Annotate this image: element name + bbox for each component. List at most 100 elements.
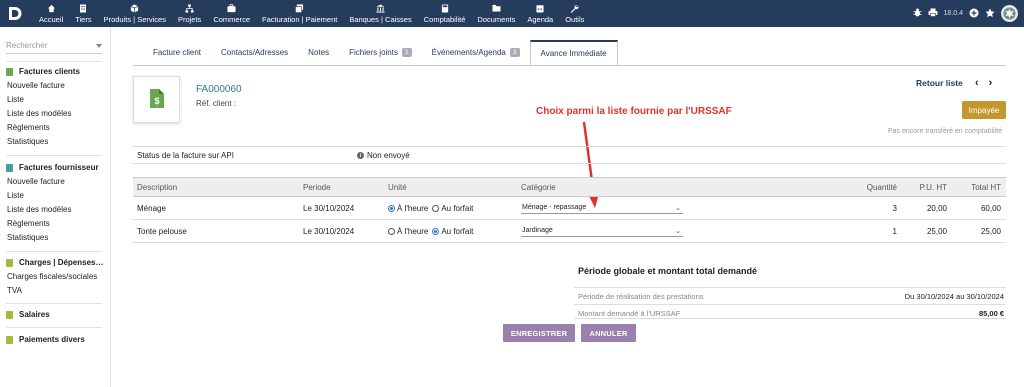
column-header-description: Description: [137, 182, 178, 192]
section-title-text: Salaires: [19, 310, 50, 319]
money-icon: [6, 310, 13, 319]
next-chevron-icon[interactable]: ›: [989, 77, 993, 89]
sidebar-section-paiements-divers: Paiements divers: [0, 333, 111, 346]
column-header-unit: Unité: [388, 182, 407, 192]
sidebar-section-title[interactable]: Factures fournisseur: [0, 161, 111, 174]
radio-a-l-heure[interactable]: [388, 227, 395, 235]
sidebar-item-tva[interactable]: TVA: [0, 283, 111, 297]
annotation-text: Choix parmi la liste fournie par l'URSSA…: [536, 106, 732, 117]
sidebar-item-liste[interactable]: Liste: [0, 188, 111, 202]
calendar-icon: [536, 3, 544, 13]
tab-contacts-adresses[interactable]: Contacts/Adresses: [211, 40, 298, 65]
tab-facture-client[interactable]: Facture client: [143, 40, 211, 65]
calculator-icon: [441, 3, 449, 13]
left-sidebar: Rechercher Factures clients Nouvelle fac…: [0, 27, 111, 387]
sidebar-item-charges-fiscales[interactable]: Charges fiscales/sociales: [0, 269, 111, 283]
back-to-list-link[interactable]: Retour liste: [916, 78, 963, 88]
bug-icon[interactable]: [912, 8, 922, 19]
menu-tiers[interactable]: Tiers: [69, 0, 97, 27]
menu-agenda[interactable]: Agenda: [521, 0, 559, 27]
line-description: Tonte pelouse: [137, 226, 187, 236]
sidebar-item-liste[interactable]: Liste: [0, 92, 111, 106]
summary-amount-label: Montant demandé à l'URSSAF: [578, 309, 681, 318]
sidebar-item-reglements[interactable]: Règlements: [0, 120, 111, 134]
summary-period-row: Période de réalisation des prestations D…: [574, 287, 1006, 302]
summary-period-label: Période de réalisation des prestations: [578, 292, 704, 301]
sidebar-section-title[interactable]: Salaires: [0, 308, 111, 321]
category-select[interactable]: Jardinage ⌄: [521, 225, 683, 237]
tab-avance-immediate[interactable]: Avance Immédiate: [529, 40, 618, 65]
line-period: Le 30/10/2024: [303, 203, 355, 213]
briefcase-icon: [227, 3, 236, 13]
sidebar-item-statistiques[interactable]: Statistiques: [0, 134, 111, 148]
sidebar-item-nouvelle-facture[interactable]: Nouvelle facture: [0, 174, 111, 188]
sidebar-section-title[interactable]: Factures clients: [0, 65, 111, 78]
printer-icon[interactable]: [928, 8, 938, 19]
unit-radio-group: À l'heure Au forfait: [388, 220, 477, 242]
dolibarr-logo[interactable]: [6, 4, 24, 23]
radio-au-forfait[interactable]: [432, 227, 440, 235]
save-button[interactable]: ENREGISTRER: [503, 324, 575, 342]
home-icon: [47, 3, 56, 13]
menu-banques-caisses[interactable]: Banques | Caisses: [343, 0, 417, 27]
menu-projets[interactable]: Projets: [172, 0, 207, 27]
radio-a-l-heure[interactable]: [388, 204, 395, 212]
menu-label: Accueil: [39, 15, 64, 24]
sidebar-item-statistiques[interactable]: Statistiques: [0, 230, 111, 244]
radio-au-forfait[interactable]: [432, 204, 440, 212]
radio-label: Au forfait: [441, 226, 474, 236]
info-icon: i: [357, 152, 364, 159]
tab-count-badge: 1: [401, 48, 412, 57]
menu-label: Facturation | Paiement: [262, 15, 338, 24]
previous-chevron-icon[interactable]: ‹: [975, 77, 979, 89]
sidebar-item-liste-modeles[interactable]: Liste des modèles: [0, 106, 111, 120]
category-select[interactable]: Ménage - repassage ⌄: [521, 202, 683, 214]
user-avatar[interactable]: [1001, 5, 1018, 22]
bank-icon: [376, 3, 385, 13]
invoice-lines-table: Description Periode Unité Catégorie Quan…: [133, 177, 1006, 243]
sidebar-divider: [6, 155, 102, 156]
menu-comptabilite[interactable]: Comptabilité: [418, 0, 472, 27]
money-icon: [6, 335, 13, 344]
menu-commerce[interactable]: Commerce: [207, 0, 256, 27]
tab-evenements-agenda[interactable]: Événements/Agenda 3: [422, 40, 530, 65]
ref-client-label: Réf. client :: [196, 99, 237, 108]
radio-label: Au forfait: [441, 203, 474, 213]
sidebar-item-liste-modeles[interactable]: Liste des modèles: [0, 202, 111, 216]
sidebar-item-nouvelle-facture[interactable]: Nouvelle facture: [0, 78, 111, 92]
menu-label: Comptabilité: [423, 15, 466, 24]
sidebar-search-select[interactable]: Rechercher: [6, 41, 102, 54]
version-label: 18.0.4: [943, 10, 963, 17]
menu-facturation-paiement[interactable]: Facturation | Paiement: [256, 0, 343, 27]
building-icon: [79, 3, 87, 13]
star-icon[interactable]: [985, 8, 995, 20]
sidebar-item-reglements[interactable]: Règlements: [0, 216, 111, 230]
menu-outils[interactable]: Outils: [559, 0, 590, 27]
table-row: Ménage Le 30/10/2024 À l'heure Au forfai…: [133, 197, 1006, 220]
sidebar-section-title[interactable]: Paiements divers: [0, 333, 111, 346]
cancel-button[interactable]: ANNULER: [581, 324, 636, 342]
tab-label: Fichiers joints: [349, 48, 398, 57]
line-period: Le 30/10/2024: [303, 226, 355, 236]
line-unit-price: 25,00: [926, 226, 947, 236]
menu-accueil[interactable]: Accueil: [33, 0, 69, 27]
cube-icon: [130, 3, 139, 13]
section-title-text: Factures fournisseur: [19, 163, 99, 172]
sidebar-divider: [6, 61, 102, 62]
line-total: 25,00: [980, 226, 1001, 236]
plus-circle-icon[interactable]: [969, 8, 979, 20]
tab-fichiers-joints[interactable]: Fichiers joints 1: [339, 40, 422, 65]
api-status-label: Status de la facture sur API: [137, 151, 234, 160]
sidebar-section-title[interactable]: Charges | Dépenses…: [0, 256, 111, 269]
invoice-thumbnail: $: [133, 76, 180, 123]
menu-produits-services[interactable]: Produits | Services: [98, 0, 172, 27]
invoice-icon: [6, 67, 13, 76]
tab-notes[interactable]: Notes: [298, 40, 339, 65]
wrench-icon: [570, 3, 579, 13]
menu-documents[interactable]: Documents: [471, 0, 521, 27]
column-header-category: Catégorie: [521, 182, 556, 192]
menu-label: Agenda: [527, 15, 554, 24]
category-select-value: Jardinage: [522, 227, 553, 234]
api-status-value: i Non envoyé: [357, 151, 410, 160]
tab-label: Notes: [308, 48, 330, 57]
